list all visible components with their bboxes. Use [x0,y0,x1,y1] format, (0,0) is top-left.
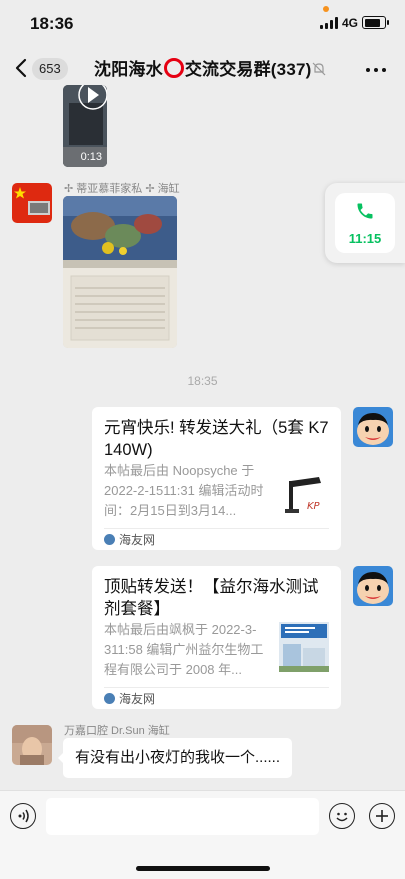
source-icon [104,693,115,704]
status-time: 18:36 [30,14,74,33]
card-source: 海友网 [104,692,155,706]
group-title: 沈阳海水 交流交易群(337) [94,58,312,81]
call-duration: 11:15 [348,231,382,246]
signal-icon [320,17,338,29]
card-thumbnail [279,622,329,672]
card-thumbnail: KP [279,469,329,519]
group-title-part1: 沈阳海水 [94,60,163,79]
source-icon [104,534,115,545]
my-avatar[interactable] [353,407,393,447]
chat-header: 653 沈阳海水 交流交易群(337) [0,44,405,94]
call-floating-window[interactable]: 11:15 [325,183,405,263]
message-input[interactable] [46,798,319,835]
time-separator: 18:35 [187,374,218,388]
unread-count-badge[interactable]: 653 [32,58,68,80]
svg-text:KP: KP [307,501,321,512]
card-divider [104,687,329,688]
text-message[interactable]: 有没有出小夜灯的我收一个...... [57,738,293,778]
card-source-label: 海友网 [119,692,156,706]
home-indicator [136,866,270,871]
avatar[interactable] [12,725,52,765]
card-title: 顶贴转发送！【益尔海水测试剂套餐】 [104,578,319,618]
link-card[interactable]: 元宵快乐! 转发送大礼（5套 K7 140W) 本帖最后由 Noopsyche … [92,407,341,550]
plus-icon[interactable] [369,803,395,829]
sender-name: 万嘉口腔 Dr.Sun 海缸 [64,725,170,737]
recording-dot-icon [323,6,329,12]
sender-name: ✢ 蒂亚慕菲家私 ✢ 海缸 [64,183,180,195]
more-icon[interactable] [366,68,388,74]
back-arrow-icon[interactable] [12,58,32,78]
emoji-icon[interactable] [329,803,355,829]
aquarium-photo [63,196,177,348]
phone-icon [357,203,373,219]
card-source: 海友网 [104,533,155,547]
avatar[interactable] [12,183,52,223]
red-circle-emoji-icon [163,58,184,78]
card-title: 元宵快乐! 转发送大礼（5套 K7 140W) [104,419,329,459]
video-message[interactable]: 0:13 [63,85,107,167]
card-description: 本帖最后由 Noopsyche 于 2022-2-1511:31 编辑活动时间：… [104,463,264,518]
mute-icon [312,62,326,76]
group-title-part2: 交流交易群(337) [184,60,312,79]
status-bar: 18:36 4G [0,0,405,44]
card-source-label: 海友网 [119,533,156,547]
video-duration: 0:13 [80,151,102,163]
voice-icon[interactable] [10,803,36,829]
link-card[interactable]: 顶贴转发送！【益尔海水测试剂套餐】 本帖最后由飒枫于 2022-3-311:58… [92,566,341,709]
image-message[interactable] [63,196,177,348]
card-divider [104,528,329,529]
my-avatar[interactable] [353,566,393,606]
network-type: 4G [342,16,359,30]
card-description: 本帖最后由飒枫于 2022-3-311:58 编辑广州益尔生物工程有限公司于 2… [104,622,264,677]
battery-icon [362,16,389,29]
